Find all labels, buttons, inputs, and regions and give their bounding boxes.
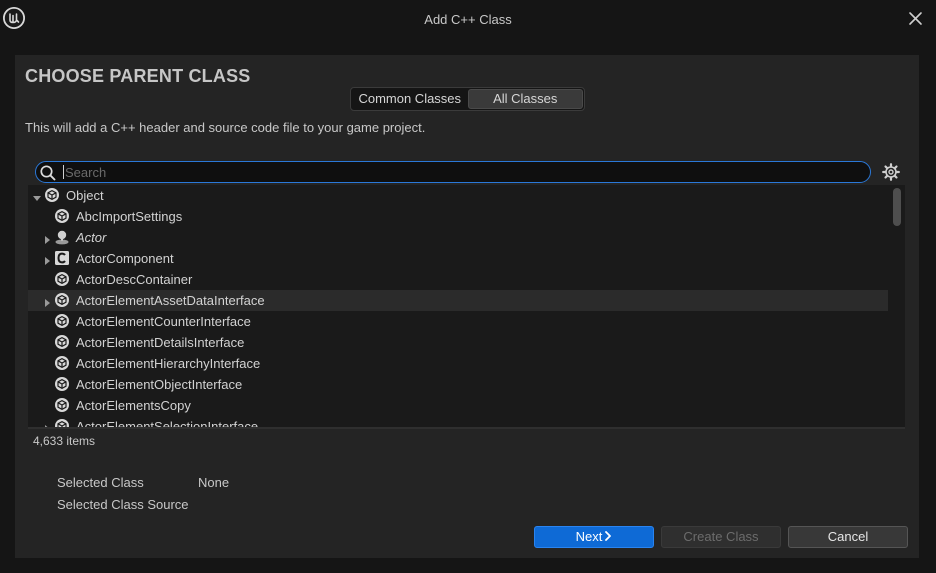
next-button-label: Next bbox=[575, 529, 603, 544]
selected-class-value: None bbox=[198, 475, 230, 490]
tree-row[interactable]: ActorElementHierarchyInterface bbox=[28, 353, 888, 374]
tree-row[interactable]: ActorElementDetailsInterface bbox=[28, 332, 888, 353]
tree-row-label: ActorElementsCopy bbox=[76, 398, 191, 413]
selected-class-label: Selected Class bbox=[57, 475, 144, 490]
tab-common-classes[interactable]: Common Classes bbox=[352, 89, 468, 109]
tree-row[interactable]: ActorElementAssetDataInterface bbox=[28, 290, 888, 311]
tree-row[interactable]: AbcImportSettings bbox=[28, 206, 888, 227]
object-class-icon bbox=[44, 187, 60, 203]
create-class-button[interactable]: Create Class bbox=[661, 526, 781, 548]
tree-row-label: ActorElementObjectInterface bbox=[76, 377, 243, 392]
gear-icon[interactable] bbox=[881, 162, 901, 182]
page-title: CHOOSE PARENT CLASS bbox=[25, 66, 251, 86]
close-icon[interactable] bbox=[906, 9, 926, 29]
tree-row[interactable]: ActorElementsCopy bbox=[28, 395, 888, 416]
dialog-panel: CHOOSE PARENT CLASS Common Classes All C… bbox=[15, 55, 919, 558]
object-class-icon bbox=[54, 208, 70, 224]
tree-row-label: ActorElementSelectionInterface bbox=[76, 419, 259, 429]
tree-row[interactable]: ActorElementSelectionInterface bbox=[28, 416, 888, 429]
search-box[interactable] bbox=[35, 161, 871, 183]
object-class-icon bbox=[54, 313, 70, 329]
tree-row[interactable]: Actor bbox=[28, 227, 888, 248]
selected-class-source-label: Selected Class Source bbox=[57, 497, 189, 512]
object-class-icon bbox=[54, 271, 70, 287]
search-icon bbox=[39, 164, 57, 182]
object-class-icon bbox=[54, 292, 70, 308]
tab-all-classes[interactable]: All Classes bbox=[467, 89, 583, 109]
expand-arrow-right-icon[interactable] bbox=[42, 296, 52, 307]
tree-scrollbar[interactable] bbox=[893, 188, 901, 226]
class-tree[interactable]: Object AbcImportSettings Actor ActorCompone… bbox=[28, 185, 905, 429]
search-input[interactable] bbox=[65, 163, 855, 181]
tree-row-label: Actor bbox=[76, 230, 107, 245]
tree-row-label: AbcImportSettings bbox=[76, 209, 183, 224]
tree-row-label: ActorDescContainer bbox=[76, 272, 193, 287]
item-count: 4,633 items bbox=[33, 434, 96, 448]
text-caret bbox=[63, 165, 64, 179]
tree-row-label: ActorElementAssetDataInterface bbox=[76, 293, 265, 308]
title-bar: Add C++ Class bbox=[0, 0, 936, 40]
tree-row[interactable]: Object bbox=[28, 185, 888, 206]
tree-row-label: ActorComponent bbox=[76, 251, 174, 266]
tree-row-label: Object bbox=[66, 188, 104, 203]
expand-arrow-right-icon[interactable] bbox=[42, 254, 52, 265]
cancel-button[interactable]: Cancel bbox=[788, 526, 908, 548]
expand-arrow-right-icon[interactable] bbox=[42, 233, 52, 244]
chevron-right-icon bbox=[604, 527, 612, 547]
object-class-icon bbox=[54, 355, 70, 371]
window-title: Add C++ Class bbox=[424, 12, 512, 27]
tree-row-label: ActorElementHierarchyInterface bbox=[76, 356, 261, 371]
next-button[interactable]: Next bbox=[534, 526, 654, 548]
tree-row-label: ActorElementCounterInterface bbox=[76, 314, 251, 329]
component-class-icon bbox=[54, 250, 70, 266]
expand-arrow-down-icon[interactable] bbox=[32, 191, 42, 201]
object-class-icon bbox=[54, 397, 70, 413]
description-text: This will add a C++ header and source co… bbox=[25, 120, 426, 135]
object-class-icon bbox=[54, 418, 70, 427]
object-class-icon bbox=[54, 334, 70, 350]
tree-row[interactable]: ActorElementCounterInterface bbox=[28, 311, 888, 332]
tree-row-label: ActorElementDetailsInterface bbox=[76, 335, 245, 350]
tree-row[interactable]: ActorDescContainer bbox=[28, 269, 888, 290]
object-class-icon bbox=[54, 376, 70, 392]
actor-class-icon bbox=[54, 229, 70, 245]
tree-row[interactable]: ActorElementObjectInterface bbox=[28, 374, 888, 395]
tree-row[interactable]: ActorComponent bbox=[28, 248, 888, 269]
class-filter-toggle: Common Classes All Classes bbox=[350, 87, 585, 111]
expand-arrow-right-icon[interactable] bbox=[42, 422, 52, 427]
